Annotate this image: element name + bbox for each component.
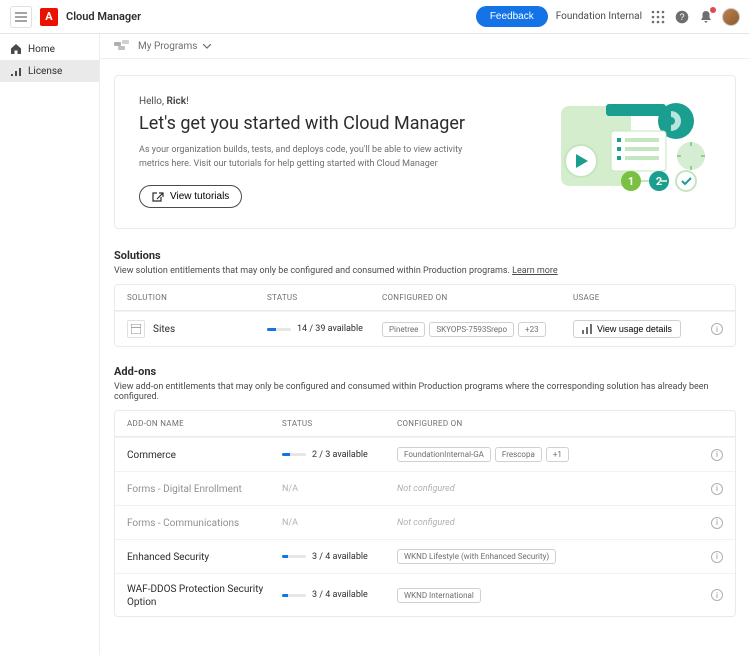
addons-title: Add-ons [114,365,736,378]
hero-description: As your organization builds, tests, and … [139,144,479,171]
hello-text: Hello, Rick! [139,96,511,107]
na-text: N/A [282,484,298,494]
solutions-learn-more[interactable]: Learn more [512,266,558,276]
programs-label: My Programs [138,41,197,52]
adobe-logo-icon: A [40,8,58,26]
status-text: 3 / 4 available [312,590,368,600]
info-icon[interactable]: i [711,589,723,601]
status-text: 3 / 4 available [312,552,368,562]
programs-dropdown[interactable]: My Programs [138,41,211,52]
addon-row: Commerce 2 / 3 available FoundationInter… [115,437,735,471]
home-icon [10,43,22,55]
th-status: STATUS [282,419,397,428]
chart-icon [582,324,592,334]
info-icon[interactable]: i [711,551,723,563]
sidebar-item-label: License [28,66,62,77]
info-icon[interactable]: i [711,483,723,495]
addon-name: WAF-DDOS Protection Security Option [127,584,263,608]
main: My Programs Hello, Rick! Let's get you s… [100,34,750,655]
th-addon-name: ADD-ON NAME [127,419,282,428]
th-configured: CONFIGURED ON [382,293,573,302]
chip[interactable]: +23 [518,322,546,337]
programs-icon [114,40,130,52]
not-configured: Not configured [397,484,455,494]
status-bar [282,555,306,558]
sidebar-item-license[interactable]: License [0,60,99,82]
apps-icon[interactable] [650,9,666,25]
solutions-table: SOLUTION STATUS CONFIGURED ON USAGE Site… [114,284,736,347]
th-solution: SOLUTION [127,293,267,302]
th-status: STATUS [267,293,382,302]
chip[interactable]: WKND Lifestyle (with Enhanced Security) [397,549,556,564]
info-icon[interactable]: i [711,449,723,461]
sidebar-item-label: Home [28,44,55,55]
status-text: 2 / 3 available [312,450,368,460]
addon-name: Forms - Digital Enrollment [127,484,242,495]
svg-text:?: ? [679,12,684,22]
hamburger-icon [15,12,27,22]
notifications-icon[interactable] [698,9,714,25]
view-tutorials-button[interactable]: View tutorials [139,185,242,208]
user-avatar[interactable] [722,8,740,26]
addon-name: Forms - Communications [127,518,239,529]
addon-name: Enhanced Security [127,552,209,563]
status-bar [282,594,306,597]
solutions-section: Solutions View solution entitlements tha… [100,249,750,347]
help-icon[interactable]: ? [674,9,690,25]
solution-row: Sites 14 / 39 available Pinetree SKYOPS-… [115,311,735,346]
addon-row: WAF-DDOS Protection Security Option 3 / … [115,573,735,616]
sidebar: Home License [0,34,100,655]
top-bar: A Cloud Manager Feedback Foundation Inte… [0,0,750,34]
hero-card: Hello, Rick! Let's get you started with … [114,75,736,229]
solutions-desc: View solution entitlements that may only… [114,266,736,276]
chip[interactable]: SKYOPS-7593Srepo [429,322,514,337]
th-configured: CONFIGURED ON [397,419,703,428]
addon-row: Forms - Communications N/A Not configure… [115,505,735,539]
license-icon [10,65,22,77]
chip[interactable]: WKND International [397,588,481,603]
addon-name: Commerce [127,450,176,461]
solution-name: Sites [153,324,175,335]
addon-row: Enhanced Security 3 / 4 available WKND L… [115,539,735,573]
info-icon[interactable]: i [711,323,723,335]
brand-name: Cloud Manager [66,10,141,23]
solutions-title: Solutions [114,249,736,262]
chip[interactable]: Pinetree [382,322,425,337]
sidebar-item-home[interactable]: Home [0,38,99,60]
chip[interactable]: +1 [546,447,569,462]
external-link-icon [152,192,164,202]
addons-table: ADD-ON NAME STATUS CONFIGURED ON Commerc… [114,410,736,617]
status-bar [267,328,291,331]
addon-row: Forms - Digital Enrollment N/A Not confi… [115,471,735,505]
view-usage-button[interactable]: View usage details [573,320,681,338]
status-text: 14 / 39 available [297,324,363,334]
sites-icon [127,320,145,338]
hero-title: Let's get you started with Cloud Manager [139,113,511,134]
th-usage: USAGE [573,293,703,302]
addons-section: Add-ons View add-on entitlements that ma… [100,365,750,617]
addons-desc: View add-on entitlements that may only b… [114,382,736,402]
menu-toggle[interactable] [10,6,32,28]
chip[interactable]: Frescopa [495,447,542,462]
svg-text:1: 1 [628,175,634,188]
status-bar [282,453,306,456]
org-name[interactable]: Foundation Internal [556,11,642,22]
breadcrumb-bar: My Programs [100,34,750,59]
chevron-down-icon [203,44,211,49]
chip[interactable]: FoundationInternal-GA [397,447,491,462]
feedback-button[interactable]: Feedback [476,6,548,27]
hero-illustration: 1 2 [531,96,711,196]
